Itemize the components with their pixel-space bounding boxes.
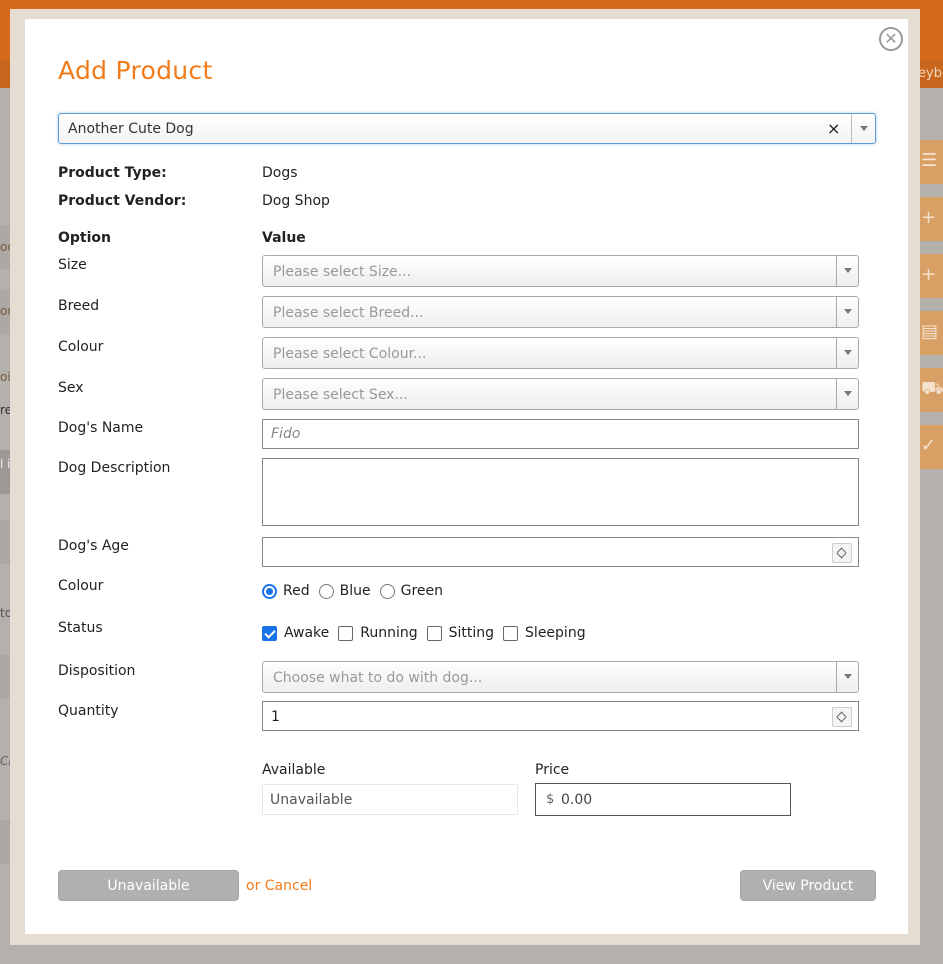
product-select-value: Another Cute Dog: [68, 121, 194, 137]
background-text: l i: [0, 457, 11, 471]
status-option-label: Sleeping: [525, 625, 586, 641]
size-label: Size: [58, 257, 87, 273]
checkbox-unchecked[interactable]: [338, 625, 354, 641]
currency-symbol: $: [546, 792, 555, 807]
clear-icon[interactable]: ×: [827, 119, 840, 138]
option-header: Option: [58, 230, 111, 246]
status-option-label: Sitting: [448, 625, 495, 641]
colour-placeholder: Please select Colour...: [273, 346, 427, 362]
chevron-down-icon: [844, 268, 852, 273]
dropdown-arrow: [836, 297, 858, 327]
quantity-stepper[interactable]: [832, 707, 852, 727]
chevron-down-icon: [844, 350, 852, 355]
dropdown-arrow[interactable]: [851, 114, 875, 143]
product-select[interactable]: Another Cute Dog ×: [58, 113, 876, 144]
dropdown-arrow: [836, 256, 858, 286]
product-vendor-value: Dog Shop: [262, 193, 330, 209]
colour-option-label: Blue: [339, 583, 371, 599]
colour-option-green[interactable]: Green: [379, 583, 443, 599]
colour-radio-label: Colour: [58, 578, 104, 594]
product-vendor-label: Product Vendor:: [58, 193, 187, 209]
breed-placeholder: Please select Breed...: [273, 305, 424, 321]
radio-selected[interactable]: [262, 583, 277, 599]
size-placeholder: Please select Size...: [273, 264, 412, 280]
dog-age-label: Dog's Age: [58, 538, 129, 554]
quantity-value: 1: [271, 709, 280, 725]
colour-option-label: Green: [400, 583, 443, 599]
view-product-button[interactable]: View Product: [740, 870, 876, 901]
quantity-label: Quantity: [58, 703, 119, 719]
available-field: Unavailable: [262, 784, 518, 815]
colour-option-blue[interactable]: Blue: [318, 583, 371, 599]
colour-radio-group: Red Blue Green: [262, 583, 452, 599]
dog-name-field[interactable]: [263, 420, 858, 448]
dog-name-label: Dog's Name: [58, 420, 144, 436]
chevron-down-icon: [860, 126, 868, 131]
radio-unselected[interactable]: [379, 583, 395, 599]
colour-label: Colour: [58, 339, 104, 355]
status-option-awake[interactable]: Awake: [262, 625, 329, 641]
price-field[interactable]: $ 0.00: [535, 783, 791, 816]
dropdown-arrow: [836, 338, 858, 368]
status-option-sleeping[interactable]: Sleeping: [503, 625, 586, 641]
colour-option-label: Red: [283, 583, 310, 599]
breed-select[interactable]: Please select Breed...: [262, 296, 859, 328]
dog-name-field-wrap: [262, 419, 859, 449]
status-checkbox-group: Awake Running Sitting Sleeping: [262, 625, 595, 641]
number-stepper[interactable]: [832, 543, 852, 563]
status-option-sitting[interactable]: Sitting: [426, 625, 495, 641]
background-text: eybo: [918, 66, 943, 81]
colour-select[interactable]: Please select Colour...: [262, 337, 859, 369]
chevron-down-icon: [844, 391, 852, 396]
unavailable-button[interactable]: Unavailable: [58, 870, 239, 901]
available-value: Unavailable: [270, 792, 353, 808]
product-type-value: Dogs: [262, 165, 298, 181]
price-value: 0.00: [561, 792, 593, 808]
status-option-label: Running: [360, 625, 418, 641]
status-label: Status: [58, 620, 103, 636]
sex-label: Sex: [58, 380, 84, 396]
colour-option-red[interactable]: Red: [262, 583, 310, 599]
status-option-label: Awake: [284, 625, 330, 641]
sex-select[interactable]: Please select Sex...: [262, 378, 859, 410]
available-label: Available: [262, 762, 326, 778]
product-type-label: Product Type:: [58, 165, 167, 181]
close-icon[interactable]: ✕: [879, 27, 903, 51]
dog-description-label: Dog Description: [58, 460, 171, 476]
cancel-link[interactable]: or Cancel: [246, 878, 312, 894]
price-label: Price: [535, 762, 570, 778]
breed-label: Breed: [58, 298, 100, 314]
status-option-running[interactable]: Running: [338, 625, 418, 641]
sex-placeholder: Please select Sex...: [273, 387, 408, 403]
quantity-field[interactable]: 1: [262, 701, 859, 731]
disposition-label: Disposition: [58, 663, 136, 679]
chevron-down-icon: [844, 309, 852, 314]
chevron-down-icon: [844, 674, 852, 679]
dropdown-arrow: [836, 379, 858, 409]
checkbox-unchecked[interactable]: [503, 625, 519, 641]
disposition-select[interactable]: Choose what to do with dog...: [262, 661, 859, 693]
radio-unselected[interactable]: [318, 583, 334, 599]
disposition-placeholder: Choose what to do with dog...: [273, 670, 483, 686]
dog-age-field[interactable]: [262, 537, 859, 567]
checkbox-checked[interactable]: [262, 625, 277, 641]
value-header: Value: [262, 230, 306, 246]
size-select[interactable]: Please select Size...: [262, 255, 859, 287]
modal-title: Add Product: [58, 56, 213, 85]
dropdown-arrow: [836, 662, 858, 692]
dog-description-field[interactable]: [262, 458, 859, 526]
checkbox-unchecked[interactable]: [426, 625, 442, 641]
